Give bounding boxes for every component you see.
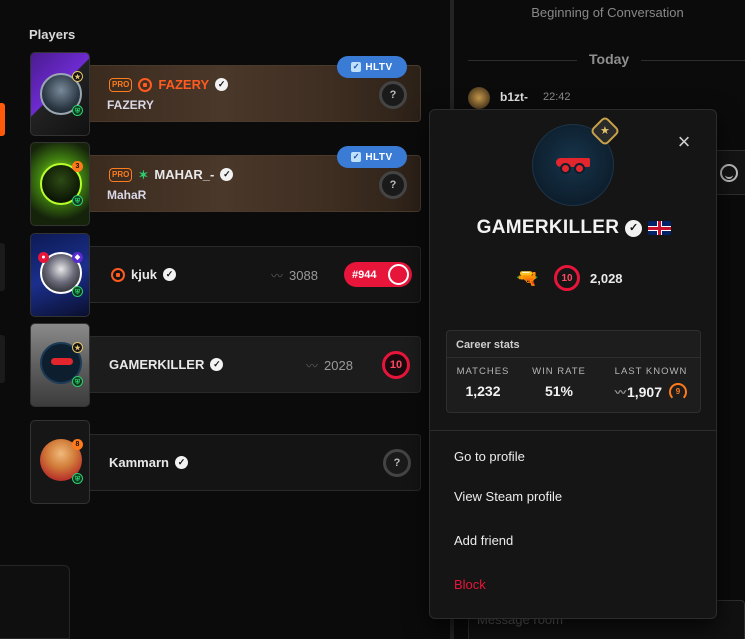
- chat-user-avatar[interactable]: [468, 87, 490, 109]
- level-star-icon: ★: [72, 71, 83, 82]
- skill-level-unknown-icon: ?: [379, 81, 407, 109]
- chat-username[interactable]: b1zt-: [500, 90, 528, 104]
- skill-level-icon: 10: [554, 265, 580, 291]
- player-sub-name: FAZERY: [107, 98, 154, 112]
- last-known-value: 1,907: [626, 384, 663, 400]
- player-row[interactable]: Kammarn ✓ ?: [89, 434, 421, 491]
- shield-icon: ⛨: [72, 286, 83, 297]
- last-known-label: LAST KNOWN: [614, 366, 688, 377]
- conversation-start-label: Beginning of Conversation: [531, 5, 684, 20]
- player-name: FAZERY: [158, 77, 210, 92]
- matches-value: 1,232: [465, 383, 501, 399]
- level-icon: 3: [72, 161, 83, 172]
- add-friend-link[interactable]: Add friend: [454, 533, 513, 548]
- hltv-icon: ✓: [351, 62, 362, 72]
- player-avatar[interactable]: ★ ⛨: [30, 323, 90, 407]
- players-heading: Players: [29, 27, 76, 42]
- profile-name: GAMERKILLER: [476, 217, 620, 238]
- side-tab[interactable]: [0, 335, 5, 383]
- date-label: Today: [577, 51, 642, 67]
- hltv-icon: ✓: [351, 152, 362, 162]
- player-profile-popup: ★ × GAMERKILLER ✓ 🔫 10 2,028 Career stat…: [429, 109, 717, 619]
- faceit-level-icon: [111, 267, 125, 282]
- view-steam-profile-link[interactable]: View Steam profile: [454, 489, 562, 504]
- team-star-icon: ✶: [138, 167, 149, 182]
- trend-icon: 〰: [271, 269, 283, 283]
- player-name: Kammarn: [109, 455, 169, 470]
- go-to-profile-link[interactable]: Go to profile: [454, 449, 525, 464]
- chat-timestamp: 22:42: [543, 91, 571, 103]
- hltv-button[interactable]: ✓ HLTV: [337, 146, 407, 168]
- player-sub-name: MahaR: [107, 188, 147, 202]
- player-elo: 2028: [324, 358, 353, 373]
- verified-icon: ✓: [220, 168, 234, 181]
- skill-level-icon: 9: [669, 383, 688, 401]
- level-icon: 8: [72, 439, 83, 450]
- shield-icon: ⛨: [72, 376, 83, 387]
- active-nav-indicator: [0, 103, 5, 136]
- skill-level-unknown-icon: ?: [383, 449, 411, 477]
- winrate-value: 51%: [544, 383, 574, 399]
- player-avatar[interactable]: 8 ⛨: [30, 420, 90, 504]
- trend-icon: 〰: [306, 359, 318, 373]
- player-name: MAHAR_-: [154, 167, 215, 182]
- player-avatar[interactable]: ★ ⛨: [30, 52, 90, 136]
- hltv-button[interactable]: ✓ HLTV: [337, 56, 407, 78]
- block-link[interactable]: Block: [454, 577, 486, 592]
- shield-icon: ⛨: [72, 105, 83, 116]
- trend-icon: 〰: [614, 387, 626, 399]
- player-avatar[interactable]: ● ◆ ⛨: [30, 233, 90, 317]
- skill-level-unknown-icon: ?: [379, 171, 407, 199]
- player-avatar[interactable]: 3 ⛨: [30, 142, 90, 226]
- verified-icon: ✓: [210, 358, 224, 371]
- badge-icon: ◆: [72, 252, 83, 263]
- faceit-level-icon: [138, 77, 153, 92]
- shield-icon: ⛨: [72, 473, 83, 484]
- career-stats-panel: Career stats MATCHES 1,232 WIN RATE 51% …: [446, 330, 701, 413]
- side-tab[interactable]: [0, 243, 5, 291]
- profile-elo: 2,028: [590, 270, 623, 286]
- shield-icon: ⛨: [72, 195, 83, 206]
- united-kingdom-flag-icon: [648, 221, 672, 235]
- verified-icon: ✓: [174, 456, 188, 469]
- gauge-icon: [388, 264, 409, 285]
- player-name: GAMERKILLER: [109, 357, 205, 372]
- verified-icon: ✓: [215, 78, 229, 91]
- player-elo: 3088: [289, 268, 318, 283]
- verified-icon: ✓: [163, 268, 177, 281]
- career-stats-title: Career stats: [456, 339, 520, 351]
- bottom-left-panel: [0, 565, 70, 639]
- close-icon[interactable]: ×: [674, 131, 694, 153]
- level-icon: ●: [38, 252, 49, 263]
- player-name: kjuk: [131, 267, 158, 282]
- cannon-icon: [550, 154, 596, 176]
- pro-badge: PRO: [109, 167, 133, 182]
- matches-label: MATCHES: [456, 366, 510, 377]
- winrate-label: WIN RATE: [532, 366, 586, 377]
- skill-level-icon: 10: [382, 351, 410, 379]
- level-star-icon: ★: [72, 342, 83, 353]
- smiley-icon: [720, 163, 738, 182]
- pro-badge: PRO: [109, 77, 133, 92]
- player-row-selected[interactable]: GAMERKILLER ✓ 〰 2028 10: [89, 336, 421, 393]
- cs-game-icon: 🔫: [516, 268, 539, 288]
- verified-icon: ✓: [625, 219, 643, 237]
- rank-badge: #944: [344, 262, 412, 287]
